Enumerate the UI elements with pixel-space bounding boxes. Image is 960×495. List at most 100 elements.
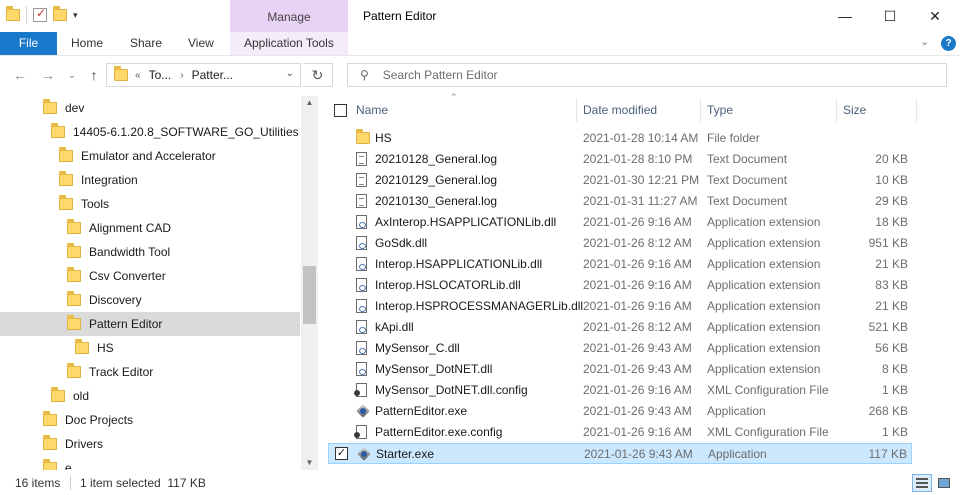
file-row[interactable]: HS 2021-01-28 10:14 AM File folder (328, 128, 912, 149)
file-row[interactable]: MySensor_DotNET.dll 2021-01-26 9:43 AM App… (328, 359, 912, 380)
recent-locations-button[interactable]: ⌄ (62, 65, 82, 85)
file-type: Text Document (707, 152, 788, 166)
nav-tree-item[interactable]: dev (0, 96, 300, 120)
nav-tree-label: Bandwidth Tool (89, 245, 171, 259)
file-row[interactable]: ✓ Starter.exe 2021-01-26 9:43 AM Applicatio… (328, 443, 912, 464)
tab-share[interactable]: Share (130, 32, 162, 55)
select-all-checkbox[interactable] (334, 104, 347, 117)
file-size: 8 KB (881, 362, 908, 376)
executable-icon (357, 447, 371, 461)
folder-icon (59, 171, 73, 186)
chevron-right-icon[interactable]: › (180, 70, 183, 81)
overflow-chevron-icon[interactable]: « (135, 70, 141, 81)
new-folder-icon[interactable] (53, 6, 67, 21)
tab-home[interactable]: Home (71, 32, 103, 55)
column-header-type[interactable]: Type (707, 96, 733, 124)
file-type: Application extension (707, 320, 821, 334)
breadcrumb-tools[interactable]: To... (149, 68, 172, 82)
nav-tree-item[interactable]: Doc Projects (0, 408, 300, 432)
nav-tree-item[interactable]: Integration (0, 168, 300, 192)
status-bar: 16 items 1 item selected 117 KB (0, 470, 960, 495)
file-size: 56 KB (875, 341, 908, 355)
file-row[interactable]: Interop.HSLOCATORLib.dll 2021-01-26 9:16 … (328, 275, 912, 296)
folder-icon (59, 147, 73, 162)
minimize-button[interactable]: — (822, 0, 868, 32)
large-icons-view-button[interactable] (934, 474, 954, 492)
nav-tree-item[interactable]: Alignment CAD (0, 216, 300, 240)
divider[interactable] (576, 98, 577, 122)
file-date-modified: 2021-01-26 9:43 AM (583, 404, 692, 418)
file-row[interactable]: MySensor_DotNET.dll.config 2021-01-26 9:1… (328, 380, 912, 401)
tab-file[interactable]: File (0, 32, 57, 55)
navigation-bar: ← → ⌄ ↑ « To... › Patter... ⌄ ↻ ⚲ Search… (0, 56, 960, 94)
close-button[interactable]: ✕ (912, 0, 958, 32)
expand-ribbon-icon[interactable]: ⌄ (920, 32, 929, 55)
details-view-button[interactable] (912, 474, 932, 492)
column-header-size[interactable]: Size (843, 96, 866, 124)
file-row[interactable]: kApi.dll 2021-01-26 8:12 AM Application ex… (328, 317, 912, 338)
maximize-button[interactable]: ☐ (867, 0, 913, 32)
file-row[interactable]: PatternEditor.exe 2021-01-26 9:43 AM Appli… (328, 401, 912, 422)
forward-button[interactable]: → (38, 65, 58, 85)
nav-tree-item[interactable]: Track Editor (0, 360, 300, 384)
file-row[interactable]: Interop.HSAPPLICATIONLib.dll 2021-01-26 9… (328, 254, 912, 275)
breadcrumb-pattern-editor[interactable]: Patter... (192, 68, 233, 82)
tab-view[interactable]: View (188, 32, 214, 55)
dll-icon (356, 236, 367, 250)
file-name: Interop.HSLOCATORLib.dll (375, 278, 521, 292)
scrollbar-thumb[interactable] (303, 266, 316, 324)
row-checkbox[interactable]: ✓ (335, 447, 348, 460)
file-date-modified: 2021-01-26 8:12 AM (583, 236, 692, 250)
properties-icon[interactable] (33, 6, 47, 22)
dll-icon (356, 299, 367, 313)
manage-context-tab[interactable]: Manage (230, 0, 348, 32)
nav-tree-item[interactable]: HS (0, 336, 300, 360)
nav-tree-item[interactable]: Emulator and Accelerator (0, 144, 300, 168)
file-type: XML Configuration File (707, 425, 829, 439)
file-row[interactable]: 20210129_General.log 2021-01-30 12:21 PM T… (328, 170, 912, 191)
column-header-date[interactable]: Date modified (583, 96, 657, 124)
back-button[interactable]: ← (10, 65, 30, 85)
file-size: 1 KB (881, 425, 908, 439)
config-file-icon (354, 383, 367, 397)
divider[interactable] (836, 98, 837, 122)
file-date-modified: 2021-01-28 8:10 PM (583, 152, 693, 166)
file-row[interactable]: 20210128_General.log 2021-01-28 8:10 PM Te… (328, 149, 912, 170)
nav-tree-item[interactable]: e (0, 456, 300, 470)
nav-tree-item[interactable]: 14405-6.1.20.8_SOFTWARE_GO_Utilities (0, 120, 300, 144)
scroll-up-icon[interactable]: ▲ (301, 98, 318, 107)
nav-tree-item[interactable]: Pattern Editor (0, 312, 300, 336)
dll-icon (356, 320, 367, 334)
sort-ascending-icon: ⌃ (450, 92, 458, 102)
nav-tree-item[interactable]: Tools (0, 192, 300, 216)
help-icon[interactable]: ? (941, 36, 956, 51)
divider[interactable] (700, 98, 701, 122)
nav-tree-item[interactable]: Csv Converter (0, 264, 300, 288)
refresh-button[interactable]: ↻ (303, 63, 333, 87)
address-bar[interactable]: « To... › Patter... ⌄ (106, 63, 301, 87)
file-row[interactable]: AxInterop.HSAPPLICATIONLib.dll 2021-01-26… (328, 212, 912, 233)
nav-tree-item[interactable]: old (0, 384, 300, 408)
file-row[interactable]: MySensor_C.dll 2021-01-26 9:43 AM Applicat… (328, 338, 912, 359)
divider[interactable] (916, 98, 917, 122)
scroll-down-icon[interactable]: ▼ (301, 458, 318, 467)
nav-tree-item[interactable]: Discovery (0, 288, 300, 312)
search-input[interactable]: ⚲ Search Pattern Editor (347, 63, 947, 87)
tab-application-tools[interactable]: Application Tools (244, 32, 334, 55)
customize-toolbar-icon[interactable]: ▾ (73, 10, 81, 21)
dll-icon (356, 257, 367, 271)
up-button[interactable]: ↑ (84, 65, 104, 85)
file-name: MySensor_DotNET.dll (375, 362, 493, 376)
folder-icon[interactable] (6, 6, 20, 21)
file-row[interactable]: GoSdk.dll 2021-01-26 8:12 AM Application e… (328, 233, 912, 254)
nav-scrollbar[interactable]: ▲ ▼ (301, 96, 318, 470)
nav-tree-item[interactable]: Bandwidth Tool (0, 240, 300, 264)
nav-tree-item[interactable]: Drivers (0, 432, 300, 456)
file-name: 20210130_General.log (375, 194, 498, 208)
column-header-name[interactable]: Name (356, 96, 388, 124)
nav-tree-label: Doc Projects (65, 413, 134, 427)
address-dropdown-icon[interactable]: ⌄ (286, 68, 294, 79)
file-row[interactable]: Interop.HSPROCESSMANAGERLib.dll 2021-01-2… (328, 296, 912, 317)
file-row[interactable]: 20210130_General.log 2021-01-31 11:27 AM T… (328, 191, 912, 212)
file-row[interactable]: PatternEditor.exe.config 2021-01-26 9:16 … (328, 422, 912, 443)
